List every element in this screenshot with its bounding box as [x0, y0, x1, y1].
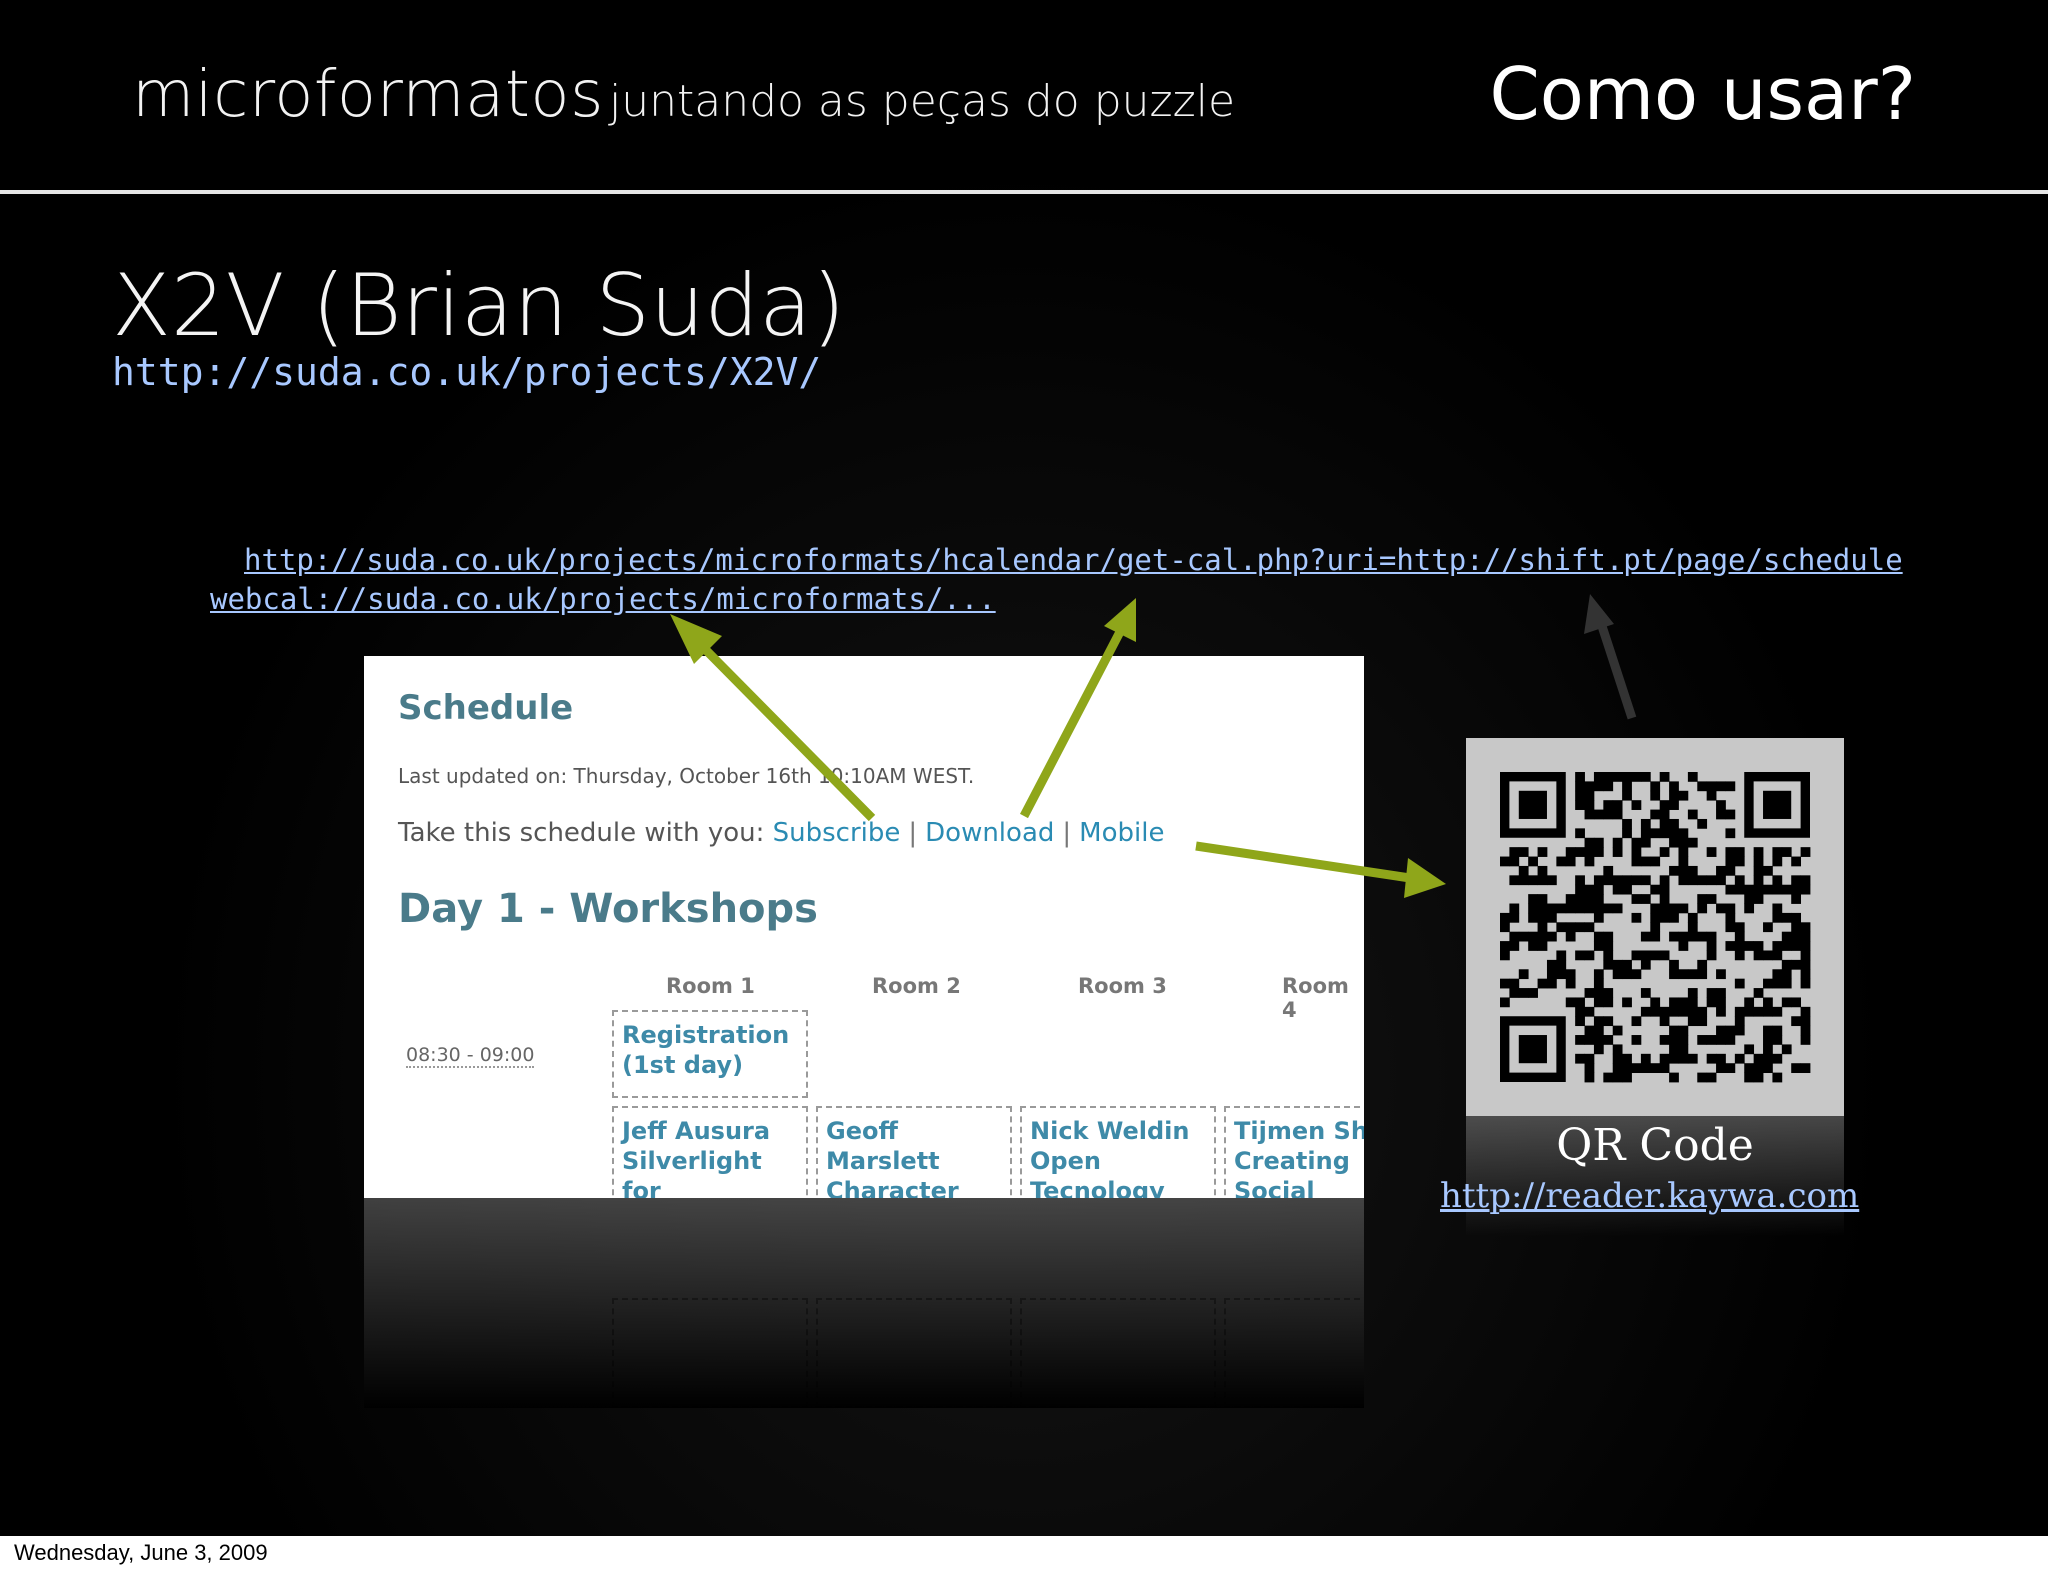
session-speaker: Nick Weldin [1030, 1117, 1190, 1145]
session-title: Character [826, 1177, 959, 1198]
session-speaker: Tijmen Sh [1234, 1117, 1364, 1145]
header-divider [0, 190, 2048, 194]
download-link[interactable]: Download [925, 818, 1054, 848]
time-slot: 08:30 - 09:00 [406, 1044, 535, 1068]
session-cell-4[interactable]: Tijmen Sh Creating Social [1224, 1106, 1364, 1198]
room-header-4: Room 4 [1282, 974, 1349, 1022]
session-speaker: Geoff Marslett [826, 1117, 940, 1175]
qr-code-graphic [1500, 772, 1811, 1083]
registration-cell[interactable]: Registration (1st day) [612, 1010, 808, 1098]
subscribe-link[interactable]: Subscribe [773, 818, 901, 848]
get-cal-link[interactable]: http://suda.co.uk/projects/microformats/… [244, 543, 1903, 577]
session-cell-1[interactable]: Jeff Ausura Silverlight for Designers [612, 1106, 808, 1198]
footer-date: Wednesday, June 3, 2009 [14, 1540, 268, 1565]
schedule-screenshot: Schedule Last updated on: Thursday, Octo… [364, 656, 1364, 1198]
schedule-title: Schedule [398, 688, 574, 728]
webcal-link[interactable]: webcal://suda.co.uk/projects/microformat… [210, 582, 996, 616]
slide: microformatos juntando as peças do puzzl… [0, 0, 2048, 1536]
room-header-3: Room 3 [1078, 974, 1167, 998]
project-url[interactable]: http://suda.co.uk/projects/X2V/ [112, 350, 821, 394]
link-separator: | [1062, 818, 1072, 848]
header-title-sub: juntando as peças do puzzle [609, 76, 1236, 127]
room-header-2: Room 2 [872, 974, 961, 998]
mobile-link[interactable]: Mobile [1079, 818, 1164, 848]
last-updated-text: Last updated on: Thursday, October 16th … [398, 764, 975, 788]
session-speaker: Jeff Ausura [622, 1117, 771, 1145]
qr-label: QR Code [1556, 1120, 1754, 1171]
qr-reader-link[interactable]: http://reader.kaywa.com [1440, 1176, 1859, 1216]
take-schedule-row: Take this schedule with you: Subscribe | D… [398, 818, 1164, 848]
link-separator: | [908, 818, 918, 848]
header-title-main: microformatos [132, 58, 604, 132]
session-title: Open Tecnology [1030, 1147, 1165, 1198]
take-schedule-label: Take this schedule with you: [398, 818, 765, 848]
header-section-title: Como usar? [1489, 52, 1916, 136]
session-title: Creating Social [1234, 1147, 1350, 1198]
slide-title: X2V (Brian Suda) [112, 256, 846, 356]
reflection-fade [364, 1198, 1364, 1408]
header-title: microformatos juntando as peças do puzzl… [132, 58, 1235, 132]
session-title: Silverlight for Designers [622, 1147, 762, 1198]
qr-code-icon [1466, 738, 1844, 1116]
session-cell-3[interactable]: Nick Weldin Open Tecnology [1020, 1106, 1216, 1198]
screenshot-reflection [364, 1198, 1364, 1408]
session-cell-2[interactable]: Geoff Marslett Character [816, 1106, 1012, 1198]
room-header-1: Room 1 [666, 974, 755, 998]
day-heading: Day 1 - Workshops [398, 886, 818, 932]
